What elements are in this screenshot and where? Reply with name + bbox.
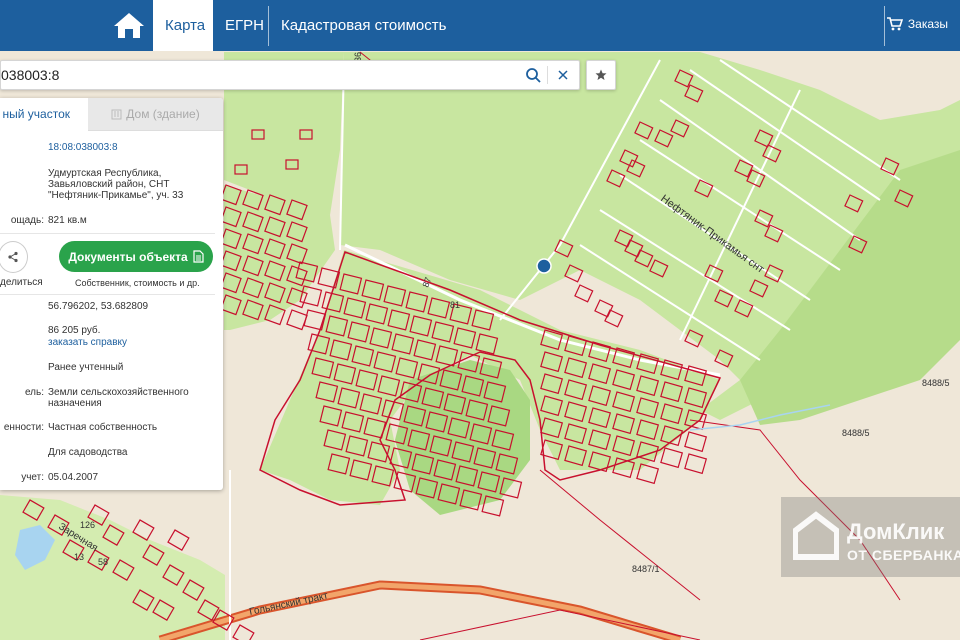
domclick-logo-icon <box>793 511 839 560</box>
parcel-label-8488-b: 8488/5 <box>842 428 870 438</box>
search-icon[interactable] <box>525 67 541 83</box>
area-label: ощадь: <box>10 215 44 226</box>
orders-label: Заказы <box>907 17 948 31</box>
status-value: Ранее учтенный <box>48 362 124 373</box>
parcel-info-panel: ный участок Дом (здание) 18:08:038003:8 … <box>0 98 223 490</box>
house-number-81: 81 <box>450 300 460 310</box>
selected-parcel-marker[interactable] <box>536 258 552 274</box>
divider <box>0 233 215 234</box>
permitted-use-value: Для садоводства <box>48 447 128 458</box>
documents-subtitle: Собственник, стоимость и др. <box>75 278 200 288</box>
share-icon <box>8 251 18 263</box>
category-value-line-2: назначения <box>48 398 102 409</box>
watermark-title: ДомКлик <box>847 519 945 544</box>
star-icon <box>595 69 607 80</box>
tab-cadastral-value[interactable]: Кадастровая стоимость <box>269 0 458 51</box>
share-label[interactable]: делиться <box>0 277 43 289</box>
order-certificate-link[interactable]: заказать справку <box>48 337 127 349</box>
parcel-label-8487: 8487/1 <box>632 564 660 574</box>
cadastral-number[interactable]: 18:08:038003:8 <box>48 142 118 154</box>
object-documents-button[interactable]: Документы объекта <box>59 241 213 272</box>
ownership-value: Частная собственность <box>48 422 158 433</box>
orders-button[interactable]: Заказы <box>886 17 948 31</box>
tab-map[interactable]: Карта <box>153 0 213 51</box>
tab-egrn[interactable]: ЕГРН <box>213 0 269 51</box>
house-number-126: 126 <box>80 520 95 530</box>
document-icon <box>193 250 204 263</box>
category-label: ель: <box>24 387 44 398</box>
building-icon <box>111 109 122 119</box>
house-number-58: 58 <box>98 557 108 567</box>
share-button[interactable] <box>0 241 28 273</box>
close-icon[interactable] <box>555 67 571 83</box>
tab-land-plot[interactable]: ный участок <box>0 98 88 130</box>
house-number-13: 13 <box>74 552 84 562</box>
watermark-subtitle: ОТ СБЕРБАНКА <box>847 547 960 563</box>
parcel-label-8488-a: 8488/5 <box>922 378 950 388</box>
address-line-3: "Нефтяник-Прикамье", уч. 33 <box>48 190 184 201</box>
search-divider <box>547 66 548 84</box>
cart-icon <box>886 17 903 31</box>
panel-tabs: ный участок Дом (здание) <box>0 98 223 131</box>
ownership-label: енности: <box>3 422 44 433</box>
registration-date-label: учет: <box>21 472 44 483</box>
divider <box>0 294 215 295</box>
search-input[interactable] <box>1 61 511 89</box>
favorite-button[interactable] <box>586 60 616 90</box>
registration-date-value: 05.04.2007 <box>48 472 99 483</box>
search-bar <box>0 60 580 90</box>
top-navigation-bar: Карта ЕГРН Кадастровая стоимость Заказы <box>0 0 960 51</box>
tab-building[interactable]: Дом (здание) <box>88 98 223 131</box>
cadastral-cost-value: 86 205 руб. <box>48 325 101 336</box>
home-icon[interactable] <box>112 10 146 40</box>
coordinates-value: 56.796202, 53.682809 <box>48 301 149 312</box>
nav-separator <box>884 6 885 46</box>
domclick-watermark: ДомКлик ОТ СБЕРБАНКА <box>781 497 960 577</box>
area-value: 821 кв.м <box>48 215 87 226</box>
